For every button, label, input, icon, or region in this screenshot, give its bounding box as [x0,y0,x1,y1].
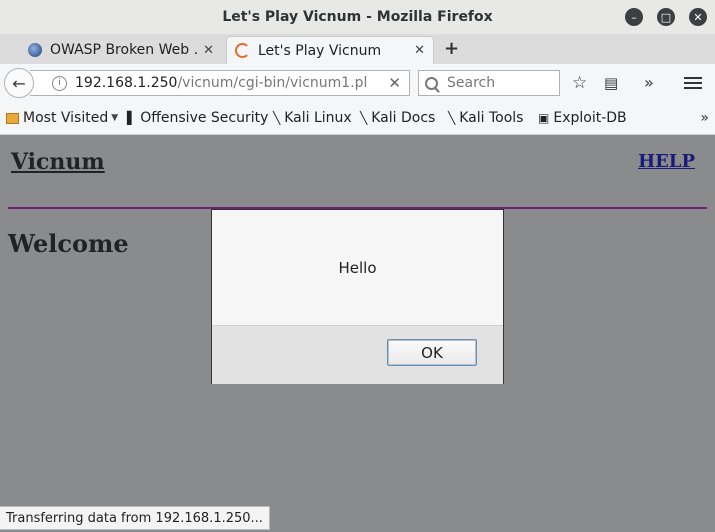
offsec-icon: ▌ [127,111,137,125]
loading-spinner-icon [235,43,250,58]
search-icon [425,76,438,90]
exploitdb-icon: ▣ [538,111,550,125]
bookmark-exploit-db[interactable]: ▣ Exploit-DB [538,110,627,126]
info-icon[interactable]: i [52,75,67,91]
tab-close-icon[interactable]: ✕ [203,43,214,58]
bookmark-kali-tools[interactable]: ╲ Kali Tools [448,110,523,126]
owasp-favicon-icon [28,43,42,57]
status-bar: Transferring data from 192.168.1.250... [0,506,270,530]
minimize-icon[interactable]: – [625,8,643,26]
bookmark-label: Kali Docs [371,110,436,126]
back-arrow-icon: ← [12,73,26,93]
bookmark-label: Offensive Security [140,110,269,126]
kali-dragon-icon: ╲ [273,111,281,125]
welcome-heading: Welcome [8,229,129,258]
bookmark-kali-linux[interactable]: ╲ Kali Linux [273,110,352,126]
alert-footer: OK [212,325,503,384]
hamburger-menu-icon[interactable] [684,74,702,92]
navigation-toolbar: i 192.168.1.250/vicnum/cgi-bin/vicnum1.p… [0,64,715,102]
url-path: /vicnum/cgi-bin/vicnum1.pl [177,75,368,91]
alert-message: Hello [338,258,377,277]
tab-label: Let's Play Vicnum [258,42,382,59]
tab-label: OWASP Broken Web ... [50,42,198,58]
vicnum-logo-link[interactable]: Vicnum [11,149,105,175]
close-window-icon[interactable]: ✕ [689,8,707,26]
tab-close-icon[interactable]: ✕ [414,43,425,58]
bookmark-label: Kali Linux [284,110,352,126]
bookmark-offensive-security[interactable]: ▌ Offensive Security [127,110,268,126]
alert-dialog: Hello OK [211,209,504,384]
maximize-icon[interactable]: □ [657,8,675,26]
url-bar[interactable]: i 192.168.1.250/vicnum/cgi-bin/vicnum1.p… [30,70,410,96]
help-link[interactable]: HELP [638,151,695,172]
search-input[interactable]: Search [418,70,560,96]
window-title: Let's Play Vicnum - Mozilla Firefox [222,9,493,25]
clear-url-icon[interactable]: ✕ [388,74,401,92]
search-placeholder: Search [447,75,496,91]
ok-button[interactable]: OK [387,339,477,366]
bookmark-star-icon[interactable]: ☆ [572,73,587,93]
bookmarks-toolbar: Most Visited ▼ ▌ Offensive Security ╲ Ka… [0,102,715,135]
tab-vicnum[interactable]: Let's Play Vicnum ✕ [226,36,434,64]
bookmarks-overflow-icon[interactable]: » [700,110,709,126]
bookmark-label: Exploit-DB [553,110,627,126]
tab-bar: OWASP Broken Web ... ✕ Let's Play Vicnum… [0,34,715,64]
bookmarks-library-icon[interactable]: ▤ [604,74,618,92]
chevron-down-icon: ▼ [111,113,119,123]
kali-dragon-icon: ╲ [360,111,368,125]
back-button[interactable]: ← [4,68,34,98]
window-controls: – □ ✕ [625,8,707,26]
overflow-chevron-icon[interactable]: » [644,73,654,92]
window-titlebar: Let's Play Vicnum - Mozilla Firefox – □ … [0,0,715,34]
bookmark-kali-docs[interactable]: ╲ Kali Docs [360,110,435,126]
new-tab-button[interactable]: + [444,38,459,59]
tab-owasp[interactable]: OWASP Broken Web ... ✕ [20,36,222,64]
url-host: 192.168.1.250 [75,75,178,91]
kali-dragon-icon: ╲ [448,111,456,125]
folder-icon [6,112,19,124]
bookmark-label: Most Visited [23,110,109,126]
bookmark-label: Kali Tools [459,110,524,126]
bookmark-most-visited[interactable]: Most Visited ▼ [6,110,118,126]
